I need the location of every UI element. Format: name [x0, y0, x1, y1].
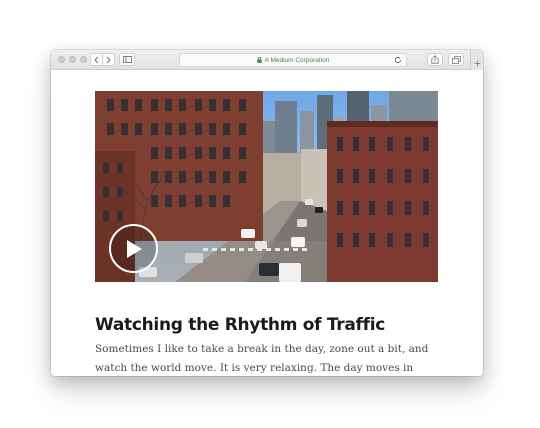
- video-player[interactable]: [95, 91, 438, 282]
- share-icon: [431, 55, 439, 64]
- plus-icon: [474, 60, 480, 67]
- new-tab-button[interactable]: [470, 50, 483, 70]
- article-body: Sometimes I like to take a break in the …: [95, 343, 429, 374]
- address-text: A Medium Corporation: [264, 56, 330, 64]
- forward-button[interactable]: [103, 56, 114, 64]
- chevron-left-icon: [94, 56, 99, 63]
- sidebar-icon: [122, 56, 132, 63]
- minimize-window-button[interactable]: [69, 56, 76, 63]
- share-button[interactable]: [427, 53, 443, 66]
- play-icon: [126, 239, 142, 258]
- reload-button[interactable]: [394, 56, 402, 64]
- tabs-button[interactable]: [448, 53, 464, 66]
- back-forward-buttons: [90, 53, 115, 66]
- play-button[interactable]: [109, 224, 158, 273]
- address-bar[interactable]: A Medium Corporation: [179, 53, 407, 67]
- zoom-window-button[interactable]: [80, 56, 87, 63]
- sidebar-button[interactable]: [119, 53, 135, 66]
- tabs-icon: [451, 55, 461, 64]
- chevron-right-icon: [106, 56, 111, 63]
- close-window-button[interactable]: [58, 56, 65, 63]
- article-title: Watching the Rhythm of Traffic: [95, 315, 386, 335]
- lock-icon: [256, 57, 262, 63]
- page-content: Watching the Rhythm of Traffic Sometimes…: [51, 71, 483, 376]
- browser-toolbar: A Medium Corporation: [51, 50, 483, 70]
- reload-icon: [394, 56, 401, 64]
- browser-window: A Medium Corporation Watching the Rhythm…: [51, 50, 483, 376]
- back-button[interactable]: [91, 56, 102, 64]
